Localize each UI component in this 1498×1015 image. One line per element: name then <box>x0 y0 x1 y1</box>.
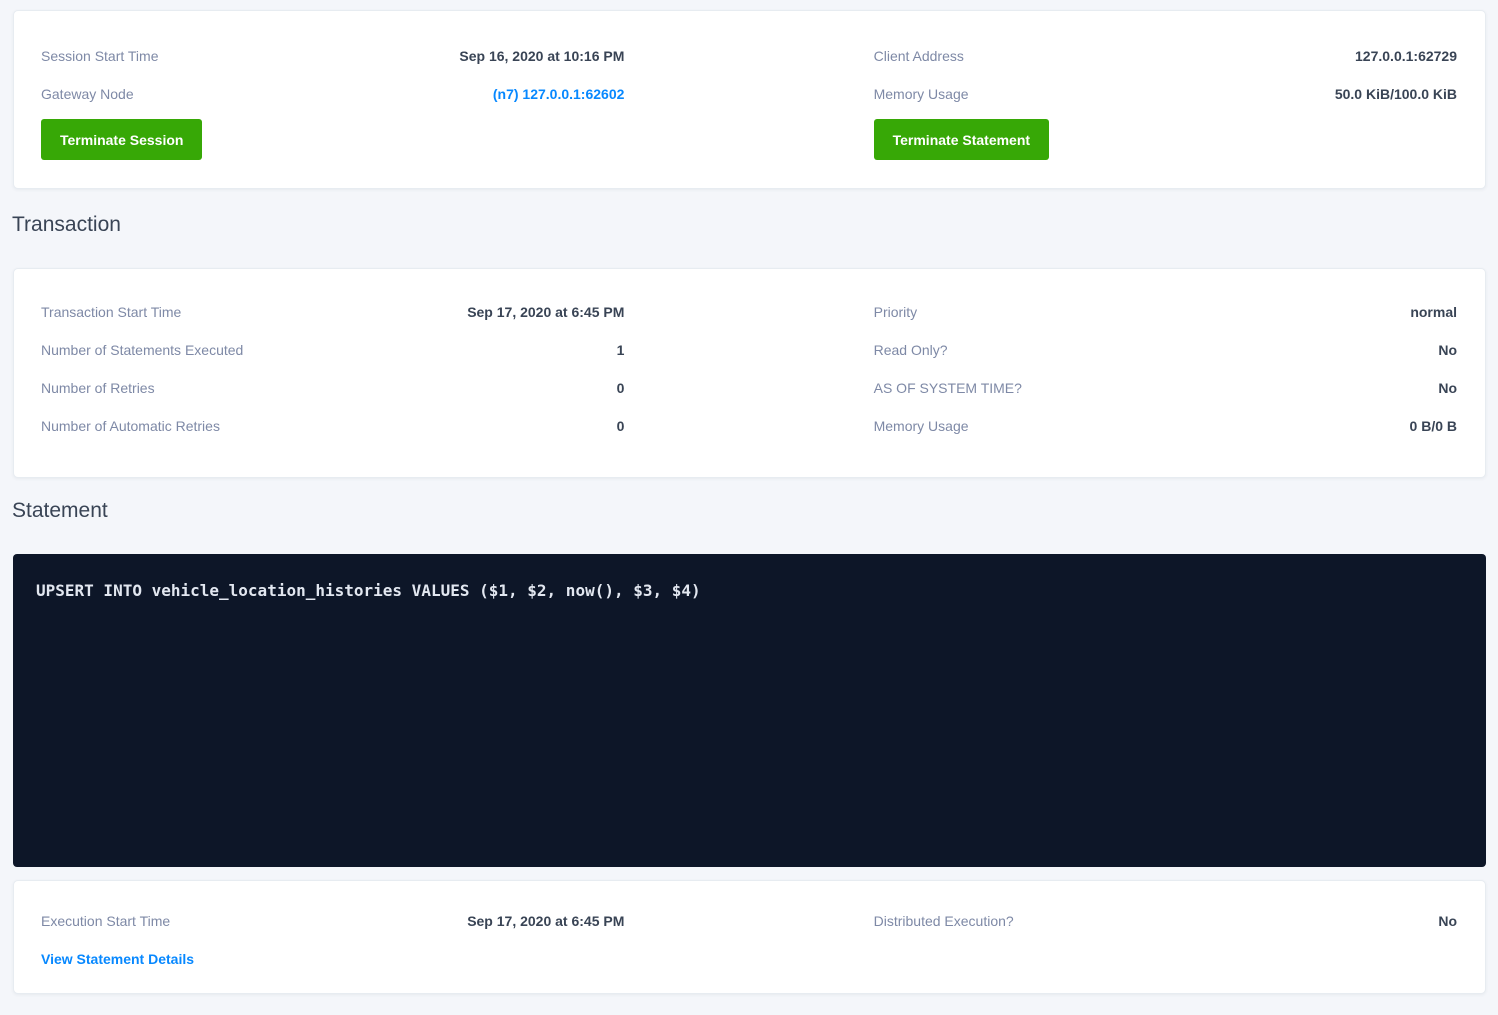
number-of-retries-value: 0 <box>617 380 625 396</box>
view-statement-details-row: View Statement Details <box>41 940 624 977</box>
session-summary-left-column: Session Start Time Sep 16, 2020 at 10:16… <box>41 37 624 160</box>
transaction-memory-usage-label: Memory Usage <box>874 418 969 434</box>
transaction-start-time-label: Transaction Start Time <box>41 304 181 320</box>
execution-start-time-row: Execution Start Time Sep 17, 2020 at 6:4… <box>41 902 624 940</box>
execution-left-column: Execution Start Time Sep 17, 2020 at 6:4… <box>41 902 624 977</box>
automatic-retries-value: 0 <box>617 418 625 434</box>
session-memory-usage-value: 50.0 KiB/100.0 KiB <box>1335 86 1457 102</box>
read-only-row: Read Only? No <box>874 331 1457 369</box>
statements-executed-value: 1 <box>617 342 625 358</box>
transaction-right-column: Priority normal Read Only? No AS OF SYST… <box>874 293 1457 445</box>
statement-sql-code-block: UPSERT INTO vehicle_location_histories V… <box>13 554 1486 867</box>
priority-row: Priority normal <box>874 293 1457 331</box>
automatic-retries-row: Number of Automatic Retries 0 <box>41 407 624 445</box>
as-of-system-time-value: No <box>1438 380 1457 396</box>
number-of-retries-label: Number of Retries <box>41 380 155 396</box>
statements-executed-row: Number of Statements Executed 1 <box>41 331 624 369</box>
priority-label: Priority <box>874 304 918 320</box>
view-statement-details-link[interactable]: View Statement Details <box>41 951 194 967</box>
read-only-label: Read Only? <box>874 342 948 358</box>
priority-value: normal <box>1410 304 1457 320</box>
session-details-page: Session Start Time Sep 16, 2020 at 10:16… <box>0 10 1498 1015</box>
gateway-node-label: Gateway Node <box>41 86 134 102</box>
transaction-memory-usage-value: 0 B/0 B <box>1410 418 1457 434</box>
transaction-memory-usage-row: Memory Usage 0 B/0 B <box>874 407 1457 445</box>
execution-start-time-label: Execution Start Time <box>41 913 170 929</box>
as-of-system-time-row: AS OF SYSTEM TIME? No <box>874 369 1457 407</box>
client-address-row: Client Address 127.0.0.1:62729 <box>874 37 1457 75</box>
session-memory-usage-row: Memory Usage 50.0 KiB/100.0 KiB <box>874 75 1457 113</box>
session-summary-right-column: Client Address 127.0.0.1:62729 Memory Us… <box>874 37 1457 160</box>
transaction-start-time-row: Transaction Start Time Sep 17, 2020 at 6… <box>41 293 624 331</box>
client-address-label: Client Address <box>874 48 964 64</box>
statement-section-heading: Statement <box>12 498 1498 524</box>
transaction-left-column: Transaction Start Time Sep 17, 2020 at 6… <box>41 293 624 445</box>
session-summary-card: Session Start Time Sep 16, 2020 at 10:16… <box>13 10 1486 189</box>
distributed-execution-row: Distributed Execution? No <box>874 902 1457 940</box>
distributed-execution-label: Distributed Execution? <box>874 913 1014 929</box>
statements-executed-label: Number of Statements Executed <box>41 342 243 358</box>
session-start-time-row: Session Start Time Sep 16, 2020 at 10:16… <box>41 37 624 75</box>
distributed-execution-value: No <box>1438 913 1457 929</box>
terminate-session-button[interactable]: Terminate Session <box>41 119 202 160</box>
transaction-start-time-value: Sep 17, 2020 at 6:45 PM <box>467 304 624 320</box>
execution-details-card: Execution Start Time Sep 17, 2020 at 6:4… <box>13 880 1486 994</box>
client-address-value: 127.0.0.1:62729 <box>1355 48 1457 64</box>
execution-start-time-value: Sep 17, 2020 at 6:45 PM <box>467 913 624 929</box>
terminate-statement-button[interactable]: Terminate Statement <box>874 119 1049 160</box>
session-start-time-label: Session Start Time <box>41 48 159 64</box>
gateway-node-link[interactable]: (n7) 127.0.0.1:62602 <box>493 86 625 102</box>
execution-right-column: Distributed Execution? No <box>874 902 1457 977</box>
number-of-retries-row: Number of Retries 0 <box>41 369 624 407</box>
transaction-section-heading: Transaction <box>12 212 1498 238</box>
automatic-retries-label: Number of Automatic Retries <box>41 418 220 434</box>
gateway-node-row: Gateway Node (n7) 127.0.0.1:62602 <box>41 75 624 113</box>
read-only-value: No <box>1438 342 1457 358</box>
session-memory-usage-label: Memory Usage <box>874 86 969 102</box>
transaction-details-card: Transaction Start Time Sep 17, 2020 at 6… <box>13 268 1486 478</box>
session-start-time-value: Sep 16, 2020 at 10:16 PM <box>459 48 624 64</box>
as-of-system-time-label: AS OF SYSTEM TIME? <box>874 380 1022 396</box>
